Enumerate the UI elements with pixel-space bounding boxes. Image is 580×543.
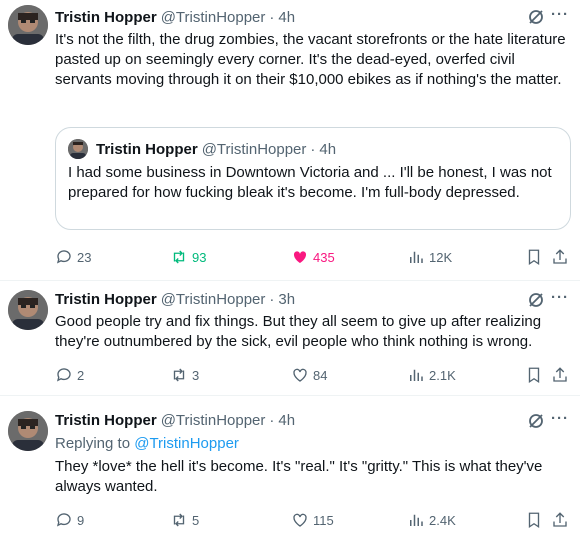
action-bar: 2 3 84 2.1K	[55, 365, 570, 385]
action-bar: 23 93 435 12K	[55, 247, 570, 267]
tweet-header: Tristin Hopper @TristinHopper · 4h	[55, 7, 295, 27]
avatar	[68, 139, 88, 159]
separator-dot: ·	[269, 290, 275, 308]
views-count: 2.1K	[429, 367, 456, 383]
avatar[interactable]	[8, 5, 48, 45]
reply-button[interactable]: 9	[55, 510, 84, 530]
reply-button[interactable]: 2	[55, 365, 84, 385]
grok-icon[interactable]	[526, 411, 546, 431]
author-name[interactable]: Tristin Hopper	[55, 412, 157, 429]
bookmark-icon[interactable]	[524, 247, 544, 267]
repost-icon	[173, 368, 185, 382]
separator-dot: ·	[310, 140, 316, 158]
repost-icon	[173, 513, 185, 527]
separator-dot: ·	[269, 8, 275, 26]
author-handle[interactable]: @TristinHopper	[161, 412, 266, 429]
author-name[interactable]: Tristin Hopper	[55, 291, 157, 308]
views-count: 2.4K	[429, 512, 456, 528]
repost-count: 93	[192, 249, 207, 265]
timestamp[interactable]: 4h	[278, 412, 295, 429]
share-icon[interactable]	[550, 247, 570, 267]
like-count: 435	[313, 249, 335, 265]
tweet-3[interactable]: Tristin Hopper @TristinHopper · 4h ··· R…	[0, 396, 580, 543]
grok-icon[interactable]	[526, 290, 546, 310]
replying-to-label: Replying to	[55, 435, 131, 452]
views-icon	[410, 369, 423, 381]
quote-author-name: Tristin Hopper	[96, 140, 198, 158]
author-handle[interactable]: @TristinHopper	[161, 9, 266, 26]
tweet-header: Tristin Hopper @TristinHopper · 4h	[55, 410, 295, 430]
reply-count: 23	[77, 249, 92, 265]
quote-timestamp: 4h	[319, 140, 337, 158]
views-button[interactable]: 2.1K	[407, 365, 456, 385]
more-icon[interactable]: ···	[550, 409, 570, 429]
replying-to: Replying to @TristinHopper	[55, 434, 239, 454]
reply-icon	[56, 513, 71, 527]
timestamp[interactable]: 3h	[278, 291, 295, 308]
bookmark-icon[interactable]	[524, 365, 544, 385]
bookmark-icon[interactable]	[524, 510, 544, 530]
reply-icon	[56, 368, 71, 382]
views-icon	[410, 251, 423, 263]
tweet-text: They *love* the hell it's become. It's "…	[55, 458, 543, 495]
grok-icon[interactable]	[526, 7, 546, 27]
like-count: 84	[313, 367, 328, 383]
more-icon[interactable]: ···	[550, 288, 570, 308]
timestamp[interactable]: 4h	[278, 9, 295, 26]
reply-icon	[56, 250, 71, 264]
action-bar: 9 5 115 2.4K	[55, 510, 570, 530]
views-button[interactable]: 12K	[407, 247, 452, 267]
like-button[interactable]: 84	[291, 365, 327, 385]
quoted-tweet[interactable]: Tristin Hopper @TristinHopper · 4h I had…	[55, 127, 571, 230]
heart-icon	[293, 251, 307, 263]
avatar[interactable]	[8, 411, 48, 451]
reply-button[interactable]: 23	[55, 247, 91, 267]
repost-count: 3	[192, 367, 200, 383]
reply-count: 9	[77, 512, 85, 528]
reply-count: 2	[77, 367, 85, 383]
views-button[interactable]: 2.4K	[407, 510, 456, 530]
repost-button[interactable]: 93	[170, 247, 206, 267]
more-icon[interactable]: ···	[550, 5, 570, 25]
tweet-header: Tristin Hopper @TristinHopper · 3h	[55, 289, 295, 309]
share-icon[interactable]	[550, 365, 570, 385]
views-icon	[410, 514, 423, 526]
heart-icon	[293, 368, 307, 382]
like-count: 115	[313, 512, 334, 528]
quote-author-handle: @TristinHopper	[201, 140, 307, 158]
quote-text: I had some business in Downtown Victoria…	[68, 164, 552, 201]
tweet-text: It's not the filth, the drug zombies, th…	[55, 31, 566, 88]
tweet-text: Good people try and fix things. But they…	[55, 313, 542, 350]
like-button[interactable]: 435	[291, 247, 335, 267]
heart-icon	[293, 513, 307, 527]
repost-count: 5	[192, 512, 200, 528]
repost-button[interactable]: 5	[170, 510, 199, 530]
share-icon[interactable]	[550, 510, 570, 530]
avatar[interactable]	[8, 290, 48, 330]
quote-header: Tristin Hopper @TristinHopper · 4h	[96, 139, 336, 159]
author-name[interactable]: Tristin Hopper	[55, 9, 157, 26]
repost-button[interactable]: 3	[170, 365, 199, 385]
tweet-1[interactable]: Tristin Hopper @TristinHopper · 4h ··· I…	[0, 0, 580, 280]
separator-dot: ·	[269, 411, 275, 429]
author-handle[interactable]: @TristinHopper	[161, 291, 266, 308]
views-count: 12K	[429, 249, 453, 265]
tweet-2[interactable]: Tristin Hopper @TristinHopper · 3h ··· G…	[0, 281, 580, 395]
replying-to-handle[interactable]: @TristinHopper	[134, 435, 239, 452]
like-button[interactable]: 115	[291, 510, 334, 530]
repost-icon	[173, 250, 185, 264]
